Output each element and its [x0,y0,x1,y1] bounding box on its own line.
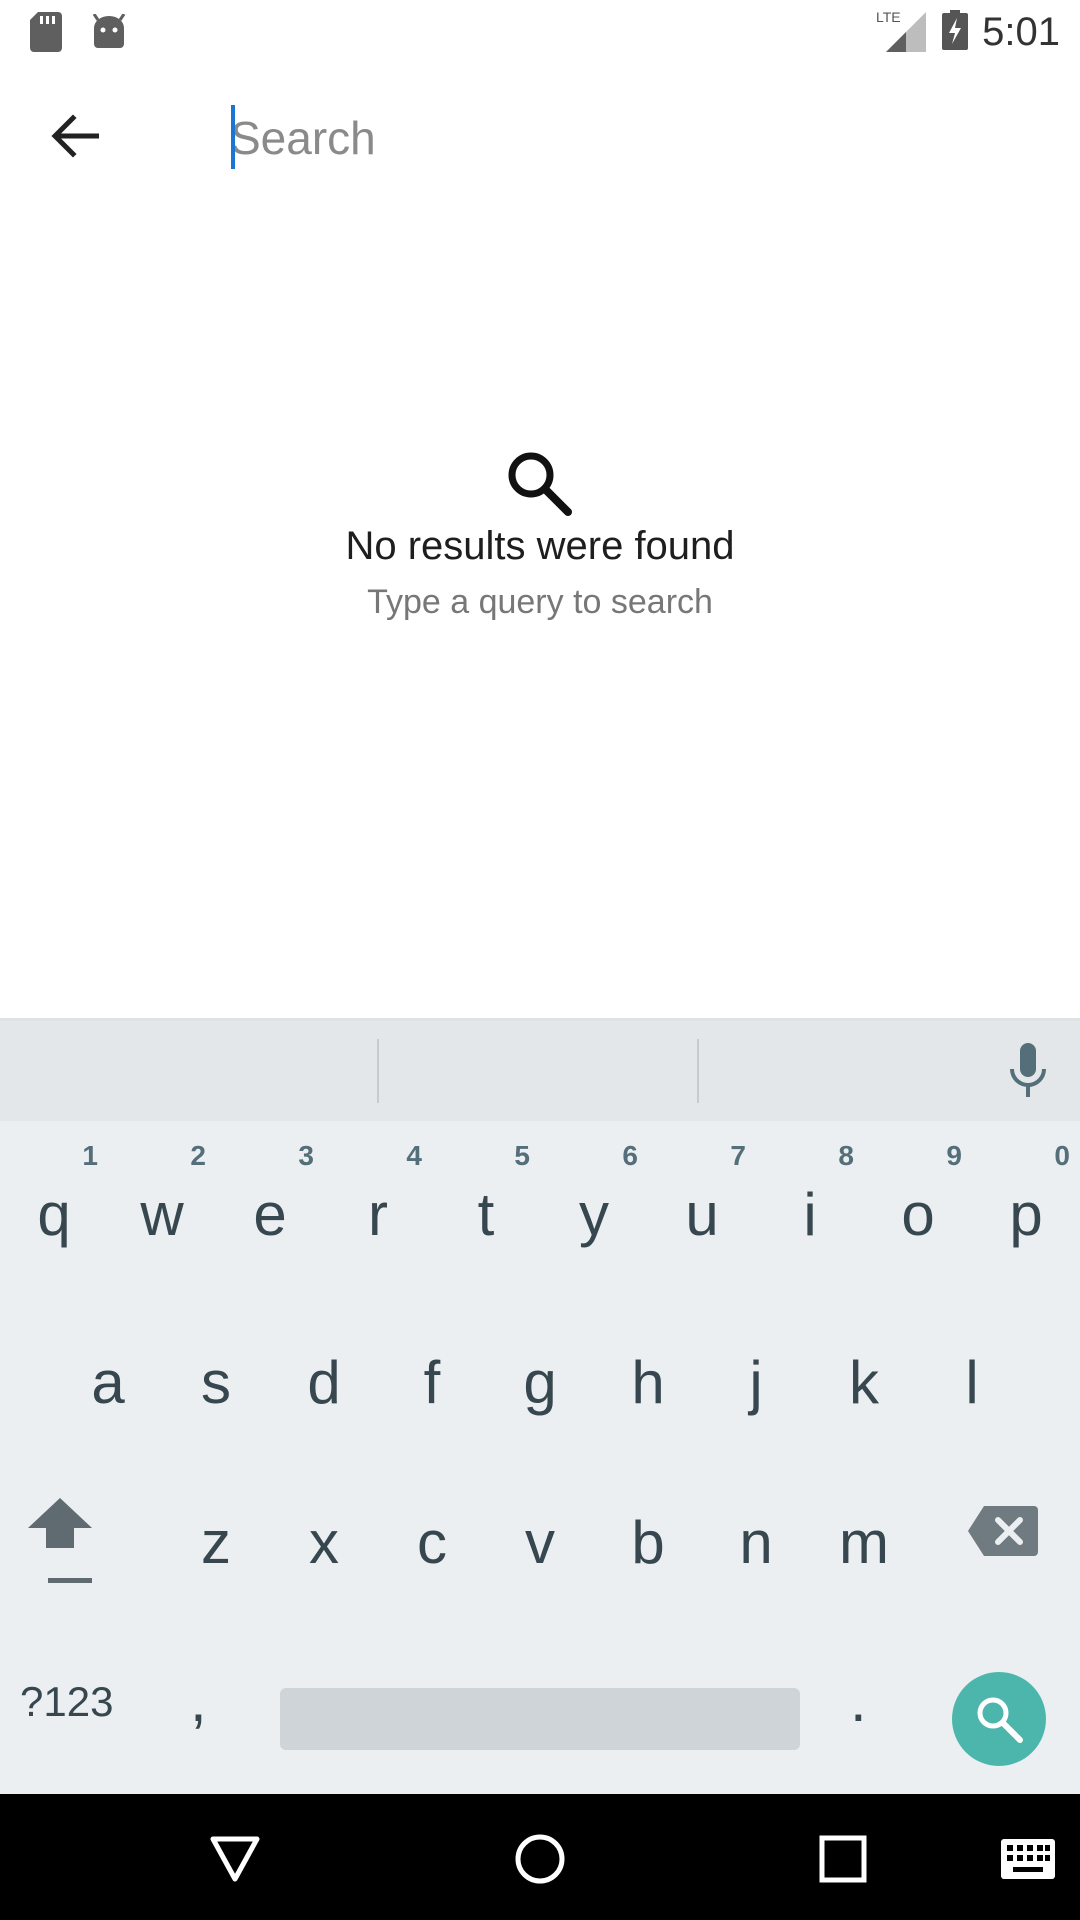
text-cursor [231,105,235,169]
recents-square-icon [819,1835,867,1883]
key-l[interactable]: l [918,1304,1026,1454]
key-q[interactable]: 1q [0,1138,108,1288]
empty-state: No results were found Type a query to se… [0,450,1080,622]
microphone-icon [1010,1043,1046,1097]
key-j[interactable]: j [702,1304,810,1454]
empty-state-title: No results were found [345,524,735,568]
symbols-key[interactable]: ?123 [20,1678,113,1726]
search-action-key[interactable] [952,1672,1046,1766]
home-circle-icon [515,1834,565,1884]
empty-state-subtitle: Type a query to search [367,583,713,621]
suggestion-strip [0,1021,1080,1121]
key-b[interactable]: b [594,1468,702,1618]
key-s[interactable]: s [162,1304,270,1454]
navigation-bar [0,1794,1080,1920]
space-bar[interactable] [280,1688,800,1750]
shift-key[interactable] [28,1498,118,1608]
key-m[interactable]: m [810,1468,918,1618]
key-p[interactable]: 0p [972,1138,1080,1288]
key-a[interactable]: a [54,1304,162,1454]
key-w[interactable]: 2w [108,1138,216,1288]
lte-signal-icon: LTE [876,8,928,57]
nav-keyboard-button[interactable] [993,1824,1063,1894]
arrow-back-icon [51,114,99,158]
period-key[interactable]: . [850,1666,867,1735]
key-u[interactable]: 7u [648,1138,756,1288]
back-triangle-icon [210,1836,260,1882]
key-v[interactable]: v [486,1468,594,1618]
key-h[interactable]: h [594,1304,702,1454]
key-n[interactable]: n [702,1468,810,1618]
nav-back-button[interactable] [200,1824,270,1894]
soft-keyboard: 1q 2w 3e 4r 5t 6y 7u 8i 9o 0p a s d f g … [0,1018,1080,1794]
keyboard-bottom-row: ?123 , . [0,1638,1080,1788]
key-f[interactable]: f [378,1304,486,1454]
search-icon [508,452,572,516]
svg-text:LTE: LTE [876,9,901,25]
key-g[interactable]: g [486,1304,594,1454]
key-i[interactable]: 8i [756,1138,864,1288]
keyboard-icon [1001,1839,1055,1879]
key-c[interactable]: c [378,1468,486,1618]
nav-recents-button[interactable] [808,1824,878,1894]
back-button[interactable] [40,101,110,171]
backspace-key[interactable] [968,1506,1068,1586]
battery-charging-icon [942,10,969,55]
shift-arrow-icon [28,1498,96,1583]
key-k[interactable]: k [810,1304,918,1454]
search-header [0,63,1080,209]
key-d[interactable]: d [270,1304,378,1454]
status-bar: LTE 5:01 [0,0,1080,63]
backspace-icon [968,1506,1038,1556]
search-input[interactable] [230,103,1030,173]
search-field[interactable] [230,103,1030,173]
sd-card-icon [30,12,62,57]
key-o[interactable]: 9o [864,1138,972,1288]
clock: 5:01 [982,10,1060,54]
suggestion-separator [377,1039,379,1103]
key-t[interactable]: 5t [432,1138,540,1288]
comma-key[interactable]: , [190,1666,207,1735]
voice-input-button[interactable] [996,1039,1060,1103]
nav-home-button[interactable] [505,1824,575,1894]
key-x[interactable]: x [270,1468,378,1618]
android-icon [92,13,126,55]
suggestion-separator [697,1039,699,1103]
key-z[interactable]: z [162,1468,270,1618]
key-e[interactable]: 3e [216,1138,324,1288]
key-y[interactable]: 6y [540,1138,648,1288]
key-r[interactable]: 4r [324,1138,432,1288]
search-icon [977,1697,1023,1743]
